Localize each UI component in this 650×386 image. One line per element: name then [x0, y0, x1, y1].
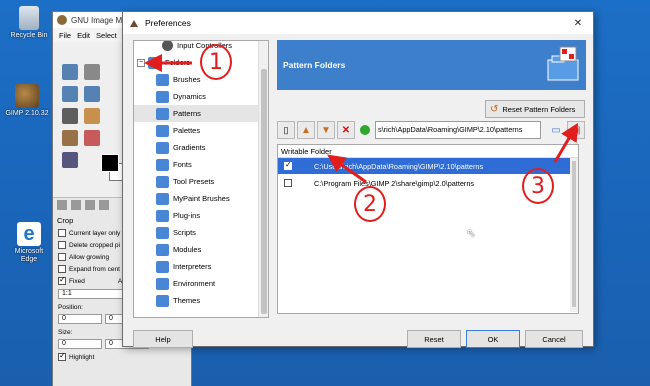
arrow-2 [327, 154, 367, 184]
arrow-3 [553, 122, 579, 163]
desktop: Recycle Bin GIMP 2.10.32 e Microsoft Edg… [0, 0, 650, 386]
annotation-3: 3 [522, 168, 554, 204]
annotation-2: 2 [354, 186, 386, 222]
annotation-1: 1 [200, 44, 232, 80]
